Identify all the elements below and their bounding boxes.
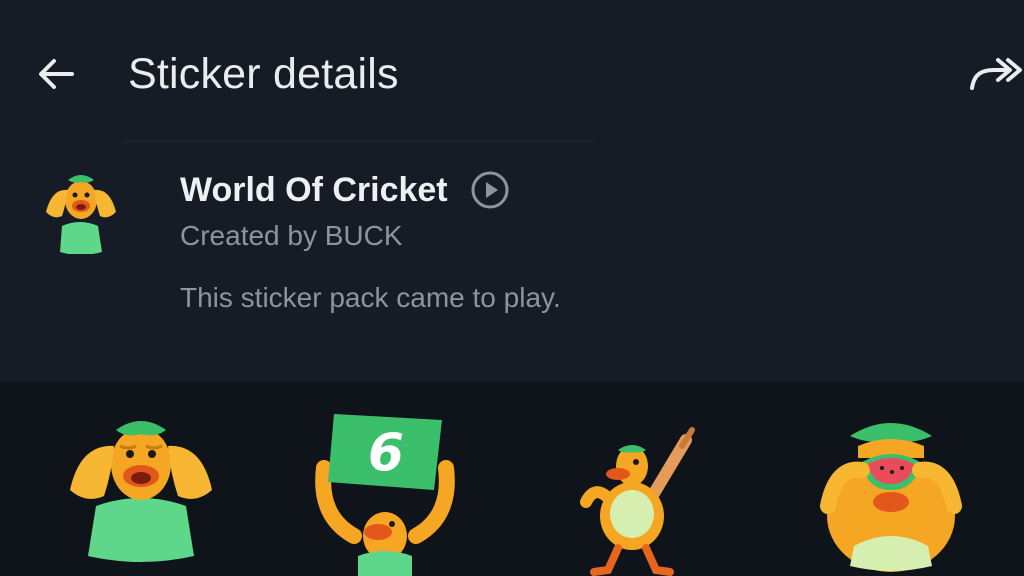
- pack-description: This sticker pack came to play.: [180, 282, 561, 313]
- sticker-duck-six[interactable]: 6: [300, 406, 470, 576]
- header-divider: [124, 140, 594, 142]
- play-preview-button[interactable]: [470, 170, 510, 210]
- page-title: Sticker details: [128, 50, 399, 98]
- share-button[interactable]: [962, 44, 1024, 104]
- pack-thumbnail: [38, 168, 124, 255]
- play-circle-icon: [471, 171, 509, 209]
- pack-creator: Created by BUCK: [180, 220, 403, 251]
- sticker-duck-shocked[interactable]: [56, 406, 226, 576]
- pack-title-row: World Of Cricket: [180, 166, 510, 214]
- sticker-pack-info: World Of Cricket Created by BUCK This st…: [0, 146, 1024, 382]
- sticker-duck-shocked-thumbnail: [46, 175, 116, 255]
- sticker-duck-bat-image: [580, 427, 695, 576]
- sticker-grid: 6: [0, 382, 1024, 576]
- sticker-duck-shocked-image: [70, 421, 212, 562]
- sticker-duck-watermelon[interactable]: [806, 406, 976, 576]
- sticker-duck-watermelon-image: [820, 423, 962, 572]
- sticker-duck-six-image: 6: [315, 414, 455, 576]
- sticker-details-screen: Sticker details World Of Cricket Created…: [0, 0, 1024, 576]
- arrow-left-icon: [39, 59, 74, 89]
- pack-name: World Of Cricket: [180, 170, 448, 209]
- sticker-duck-bat[interactable]: [550, 406, 720, 576]
- forward-share-icon: [970, 58, 1022, 90]
- top-app-bar: Sticker details: [0, 0, 1024, 146]
- six-sign-text: 6: [368, 423, 404, 483]
- back-button[interactable]: [28, 46, 84, 102]
